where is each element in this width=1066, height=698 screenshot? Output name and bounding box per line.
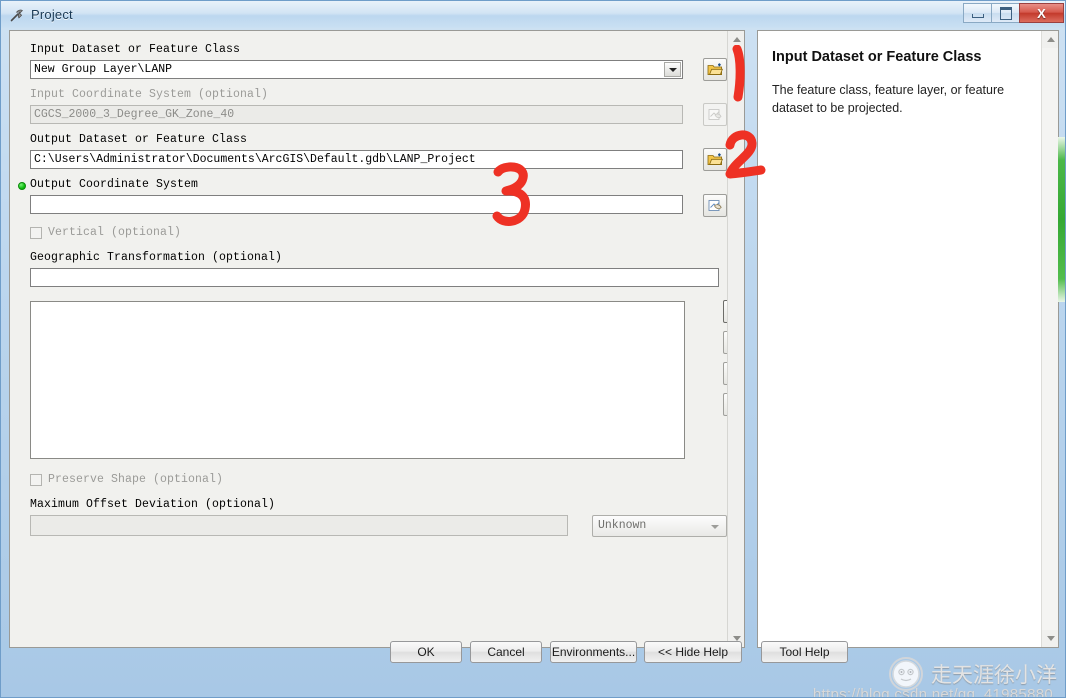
- input-dataset-label: Input Dataset or Feature Class: [30, 43, 241, 56]
- window-controls: X: [963, 3, 1064, 23]
- parameters-panel: Input Dataset or Feature Class New Group…: [9, 30, 745, 648]
- preserve-shape-checkbox: [30, 473, 42, 486]
- input-dataset-combo[interactable]: New Group Layer\LANP: [30, 60, 683, 79]
- maximum-offset-deviation-unit-select[interactable]: Unknown: [592, 515, 727, 537]
- input-dataset-value: New Group Layer\LANP: [34, 63, 173, 76]
- input-coordinate-system-label: Input Coordinate System (optional): [30, 88, 269, 101]
- vertical-label: Vertical (optional): [48, 226, 182, 239]
- output-coordinate-system-browse-button[interactable]: [703, 194, 727, 217]
- title-bar: Project X: [1, 1, 1065, 28]
- output-coordinate-system-field[interactable]: [30, 195, 683, 214]
- geographic-transformation-label: Geographic Transformation (optional): [30, 251, 283, 264]
- help-content: Input Dataset or Feature Class The featu…: [758, 31, 1043, 117]
- help-scrollbar[interactable]: [1041, 31, 1058, 647]
- ok-button[interactable]: OK: [390, 641, 462, 663]
- input-coordinate-system-value: CGCS_2000_3_Degree_GK_Zone_40: [34, 108, 235, 121]
- parameters-scrollbar[interactable]: [727, 31, 744, 647]
- output-dataset-label: Output Dataset or Feature Class: [30, 133, 248, 146]
- unit-value: Unknown: [598, 519, 647, 532]
- environments-button[interactable]: Environments...: [550, 641, 637, 663]
- output-coordinate-system-label: Output Coordinate System: [30, 178, 199, 191]
- minimize-button[interactable]: [963, 3, 992, 23]
- project-tool-window: Project X Input Dataset or Feature Class…: [0, 0, 1066, 698]
- chevron-down-icon: [711, 525, 719, 529]
- help-panel: Input Dataset or Feature Class The featu…: [757, 30, 1059, 648]
- hide-help-button[interactable]: << Hide Help: [644, 641, 742, 663]
- preserve-shape-label: Preserve Shape (optional): [48, 473, 224, 486]
- footer-bar: OK Cancel Environments... << Hide Help T…: [1, 641, 1065, 697]
- window-title: Project: [31, 7, 73, 22]
- input-dataset-browse-button[interactable]: [703, 58, 727, 81]
- maximize-button[interactable]: [991, 3, 1020, 23]
- help-scroll-up-button[interactable]: [1042, 31, 1058, 48]
- scroll-up-button[interactable]: [728, 31, 744, 48]
- maximum-offset-deviation-label: Maximum Offset Deviation (optional): [30, 498, 276, 511]
- input-coordinate-system-browse-button: [703, 103, 727, 126]
- output-dataset-value: C:\Users\Administrator\Documents\ArcGIS\…: [34, 153, 476, 166]
- vertical-checkbox: [30, 226, 42, 239]
- chevron-down-icon[interactable]: [664, 62, 681, 77]
- geographic-transformation-list[interactable]: [30, 301, 685, 459]
- help-title: Input Dataset or Feature Class: [772, 49, 982, 65]
- help-scroll-down-button[interactable]: [1042, 630, 1058, 647]
- required-indicator-icon: [18, 182, 26, 190]
- geographic-transformation-field[interactable]: [30, 268, 719, 287]
- maximum-offset-deviation-field[interactable]: [30, 515, 568, 536]
- input-coordinate-system-field: CGCS_2000_3_Degree_GK_Zone_40: [30, 105, 683, 124]
- help-body: The feature class, feature layer, or fea…: [772, 83, 1005, 116]
- edge-highlight-strip: [1058, 137, 1065, 302]
- cancel-button[interactable]: Cancel: [470, 641, 542, 663]
- tool-help-button[interactable]: Tool Help: [761, 641, 848, 663]
- close-button[interactable]: X: [1019, 3, 1064, 23]
- hammer-icon: [9, 7, 25, 23]
- parameters-form: Input Dataset or Feature Class New Group…: [10, 31, 744, 647]
- output-dataset-field[interactable]: C:\Users\Administrator\Documents\ArcGIS\…: [30, 150, 683, 169]
- output-dataset-browse-button[interactable]: [703, 148, 727, 171]
